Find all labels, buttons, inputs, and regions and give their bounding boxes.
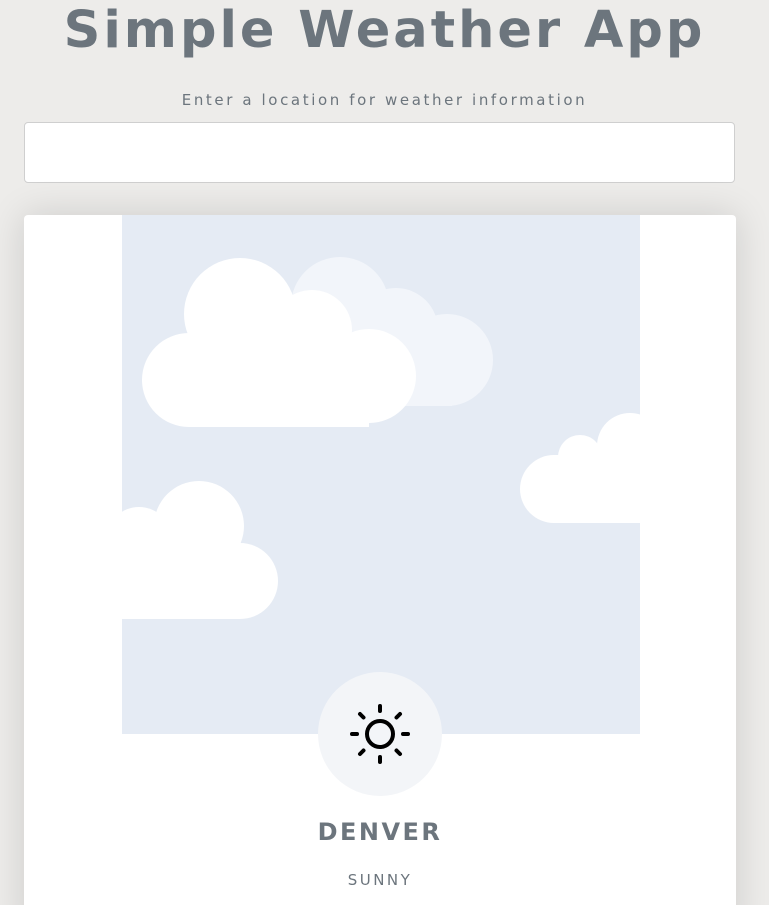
clouds-illustration (122, 257, 640, 619)
weather-condition: SUNNY (347, 871, 413, 889)
page-title: Simple Weather App (63, 1, 706, 60)
weather-app: Simple Weather App Enter a location for … (0, 0, 769, 905)
page-subtitle: Enter a location for weather information (181, 91, 588, 109)
cloud-icon (520, 413, 640, 523)
cloud-icon (122, 481, 278, 619)
location-search-input[interactable] (24, 122, 735, 183)
weather-icon-circle (318, 672, 442, 796)
city-name: DENVER (317, 818, 443, 846)
sun-icon (350, 704, 410, 764)
weather-card: DENVER SUNNY (24, 215, 736, 905)
weather-illustration (122, 215, 640, 734)
